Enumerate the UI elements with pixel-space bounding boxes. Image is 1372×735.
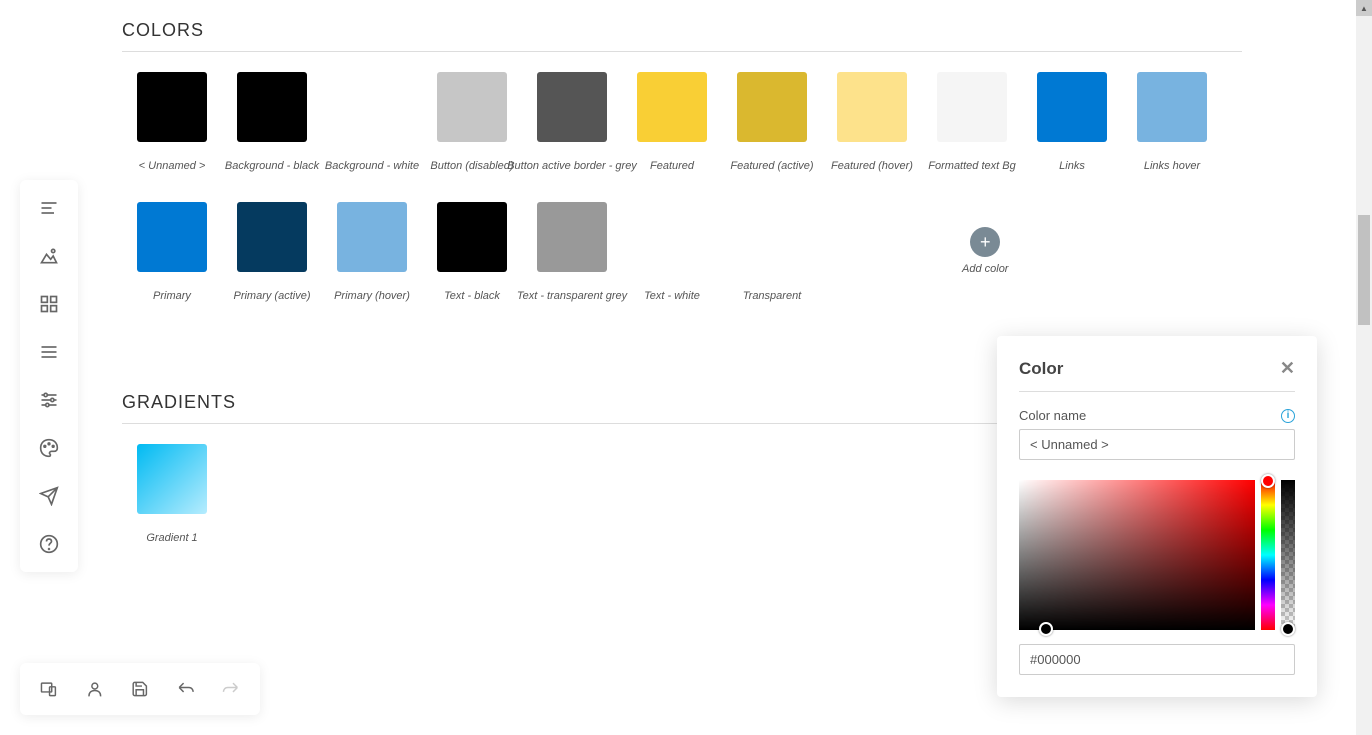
color-label: < Unnamed > (139, 160, 206, 172)
saturation-value-area[interactable] (1019, 480, 1255, 630)
color-label: Formatted text Bg (928, 160, 1015, 172)
color-item: Primary (122, 202, 222, 302)
color-item: Primary (active) (222, 202, 322, 302)
color-swatch[interactable] (437, 72, 507, 142)
color-swatch[interactable] (537, 202, 607, 272)
color-label: Background - black (225, 160, 319, 172)
color-label: Text - black (444, 290, 500, 302)
color-picker (1019, 480, 1295, 630)
scrollbar-up-arrow[interactable]: ▲ (1356, 0, 1372, 16)
divider (1019, 391, 1295, 392)
menu-icon[interactable] (39, 342, 59, 362)
color-label: Featured (hover) (831, 160, 913, 172)
color-item: Links hover (1122, 72, 1222, 172)
devices-icon[interactable] (40, 680, 58, 698)
save-icon[interactable] (131, 680, 149, 698)
user-icon[interactable] (86, 680, 104, 698)
hue-handle[interactable] (1261, 474, 1275, 488)
divider (122, 51, 1242, 52)
color-swatch[interactable] (937, 72, 1007, 142)
color-item: Button (disabled) (422, 72, 522, 172)
hue-slider[interactable] (1261, 480, 1275, 630)
color-label: Button active border - grey (507, 160, 637, 172)
color-swatch[interactable] (637, 72, 707, 142)
color-swatch[interactable] (137, 202, 207, 272)
bottom-toolbar (20, 663, 260, 715)
color-item: < Unnamed > (122, 72, 222, 172)
add-color-label: Add color (962, 263, 1008, 275)
close-icon[interactable]: ✕ (1280, 358, 1295, 379)
add-color-button[interactable]: + (970, 227, 1000, 257)
color-item: Featured (active) (722, 72, 822, 172)
color-label: Primary (hover) (334, 290, 410, 302)
color-swatch[interactable] (1037, 72, 1107, 142)
text-icon[interactable] (39, 198, 59, 218)
color-swatch[interactable] (337, 202, 407, 272)
color-swatch[interactable] (737, 72, 807, 142)
color-item: Background - black (222, 72, 322, 172)
color-label: Text - transparent grey (517, 290, 627, 302)
color-name-label: Color name (1019, 408, 1086, 423)
color-swatch[interactable] (1137, 72, 1207, 142)
color-label: Transparent (743, 290, 802, 302)
color-label: Links (1059, 160, 1085, 172)
redo-icon (222, 680, 240, 698)
undo-icon[interactable] (177, 680, 195, 698)
sliders-icon[interactable] (39, 390, 59, 410)
color-label: Links hover (1144, 160, 1200, 172)
color-name-row: Color name i (1019, 408, 1295, 423)
color-item: Links (1022, 72, 1122, 172)
saturation-value-handle[interactable] (1039, 622, 1053, 636)
color-swatch[interactable] (337, 72, 407, 142)
scrollbar-track[interactable]: ▲ (1356, 0, 1372, 735)
colors-section-title: COLORS (122, 20, 1242, 41)
gradient-label: Gradient 1 (146, 532, 197, 544)
color-swatch[interactable] (737, 202, 807, 272)
color-swatch[interactable] (437, 202, 507, 272)
colors-grid: < Unnamed > Background - black Background … (122, 72, 1242, 332)
color-item: Text - transparent grey (522, 202, 622, 302)
color-swatch[interactable] (237, 72, 307, 142)
color-label: Primary (153, 290, 191, 302)
gradient-item: Gradient 1 (122, 444, 222, 544)
color-item: Background - white (322, 72, 422, 172)
hex-input[interactable] (1019, 644, 1295, 675)
color-panel-header: Color ✕ (1019, 358, 1295, 379)
color-name-input[interactable] (1019, 429, 1295, 460)
color-panel: Color ✕ Color name i (997, 336, 1317, 697)
info-icon[interactable]: i (1281, 409, 1295, 423)
color-label: Featured (650, 160, 694, 172)
grid-icon[interactable] (39, 294, 59, 314)
gradient-swatch[interactable] (137, 444, 207, 514)
color-item: Formatted text Bg (922, 72, 1022, 172)
help-icon[interactable] (39, 534, 59, 554)
color-item: Text - white (622, 202, 722, 302)
palette-icon[interactable] (39, 438, 59, 458)
color-panel-title: Color (1019, 359, 1063, 379)
color-swatch[interactable] (537, 72, 607, 142)
color-item: Featured (622, 72, 722, 172)
send-icon[interactable] (39, 486, 59, 506)
color-item: Transparent (722, 202, 822, 302)
color-label: Primary (active) (233, 290, 310, 302)
color-item: Primary (hover) (322, 202, 422, 302)
alpha-handle[interactable] (1281, 622, 1295, 636)
color-swatch[interactable] (837, 72, 907, 142)
color-item: Featured (hover) (822, 72, 922, 172)
color-swatch[interactable] (137, 72, 207, 142)
color-label: Background - white (325, 160, 419, 172)
color-swatch[interactable] (637, 202, 707, 272)
color-item: Text - black (422, 202, 522, 302)
alpha-slider[interactable] (1281, 480, 1295, 630)
scrollbar-thumb[interactable] (1358, 215, 1370, 325)
add-color-item: + Add color (962, 227, 1008, 275)
color-label: Featured (active) (730, 160, 813, 172)
image-icon[interactable] (39, 246, 59, 266)
sidebar-left (20, 180, 78, 572)
color-swatch[interactable] (237, 202, 307, 272)
color-label: Text - white (644, 290, 700, 302)
color-label: Button (disabled) (430, 160, 513, 172)
color-item: Button active border - grey (522, 72, 622, 172)
